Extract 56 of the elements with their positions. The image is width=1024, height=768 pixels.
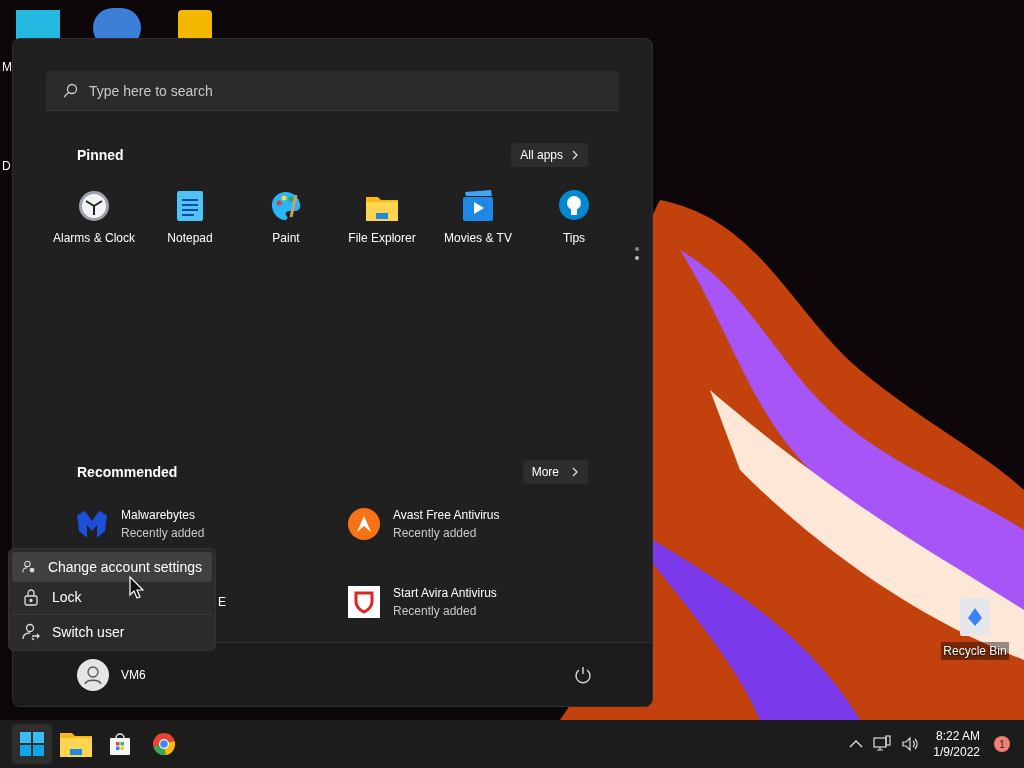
lightbulb-icon xyxy=(558,189,590,223)
user-button[interactable]: VM6 xyxy=(77,658,146,691)
pinned-app[interactable]: Tips xyxy=(526,189,622,249)
shield-m-icon xyxy=(75,509,109,539)
recommended-title: Start Avira Antivirus xyxy=(393,585,497,602)
more-button[interactable]: More xyxy=(522,460,588,484)
speaker-icon[interactable] xyxy=(901,735,920,753)
network-icon[interactable] xyxy=(873,735,892,753)
recommended-subtitle: Recently added xyxy=(393,603,478,620)
date-text: 1/9/2022 xyxy=(933,744,980,760)
search-icon xyxy=(62,83,78,99)
sail-logo-icon xyxy=(348,508,380,540)
mouse-cursor-icon xyxy=(129,576,145,600)
page-dots-icon[interactable] xyxy=(635,247,639,260)
recommended-title: Malwarebytes xyxy=(121,507,197,524)
windows-logo-icon xyxy=(20,732,44,756)
desktop-app-icon[interactable] xyxy=(16,10,60,40)
pinned-app[interactable]: Alarms & Clock xyxy=(46,189,142,249)
recommended-title: E xyxy=(218,594,226,611)
time-text: 8:22 AM xyxy=(935,728,980,744)
all-apps-button[interactable]: All apps xyxy=(511,143,588,167)
clock-button[interactable]: 8:22 AM 1/9/2022 xyxy=(929,728,984,760)
pinned-app[interactable]: Paint xyxy=(238,189,334,249)
start-button[interactable] xyxy=(12,724,52,764)
user-switch-icon xyxy=(22,623,40,641)
lock-icon xyxy=(22,588,40,606)
search-field[interactable]: Type here to search xyxy=(46,71,619,111)
user-gear-icon xyxy=(22,558,36,576)
recycle-bin-icon[interactable] xyxy=(958,596,992,638)
notepad-icon xyxy=(175,189,205,223)
section-title: Pinned xyxy=(77,145,124,165)
recycle-bin-label: Recycle Bin xyxy=(941,642,1009,660)
chevron-right-icon xyxy=(571,150,579,160)
recommended-item[interactable]: Avast Free Antivirus Recently added xyxy=(347,506,619,542)
desktop-icon-label: M xyxy=(2,59,12,76)
recommended-subtitle: Recently added xyxy=(121,525,205,542)
chevron-up-icon[interactable] xyxy=(849,739,864,749)
recommended-subtitle: Recently added xyxy=(393,525,478,542)
browser-ball-icon xyxy=(152,732,176,756)
recommended-item[interactable]: Start Avira Antivirus Recently added xyxy=(347,584,619,620)
avatar-icon xyxy=(77,658,109,691)
pinned-app[interactable]: File Explorer xyxy=(334,189,430,249)
notification-badge[interactable]: 1 xyxy=(994,736,1010,752)
shopping-bag-icon xyxy=(108,732,132,756)
desktop-icon-label: D xyxy=(2,158,11,175)
recommended-item[interactable]: Malwarebytes Recently added xyxy=(75,506,347,542)
menu-item[interactable]: Change account settings xyxy=(12,552,212,582)
chevron-right-icon xyxy=(571,467,579,477)
clock-icon xyxy=(77,189,111,223)
pinned-app[interactable]: Notepad xyxy=(142,189,238,249)
palette-icon xyxy=(269,189,303,223)
section-title: Recommended xyxy=(77,462,178,482)
pinned-app[interactable]: Movies & TV xyxy=(430,189,526,249)
recommended-title: Avast Free Antivirus xyxy=(393,507,500,524)
power-icon[interactable] xyxy=(574,665,592,684)
video-play-icon xyxy=(461,189,495,223)
